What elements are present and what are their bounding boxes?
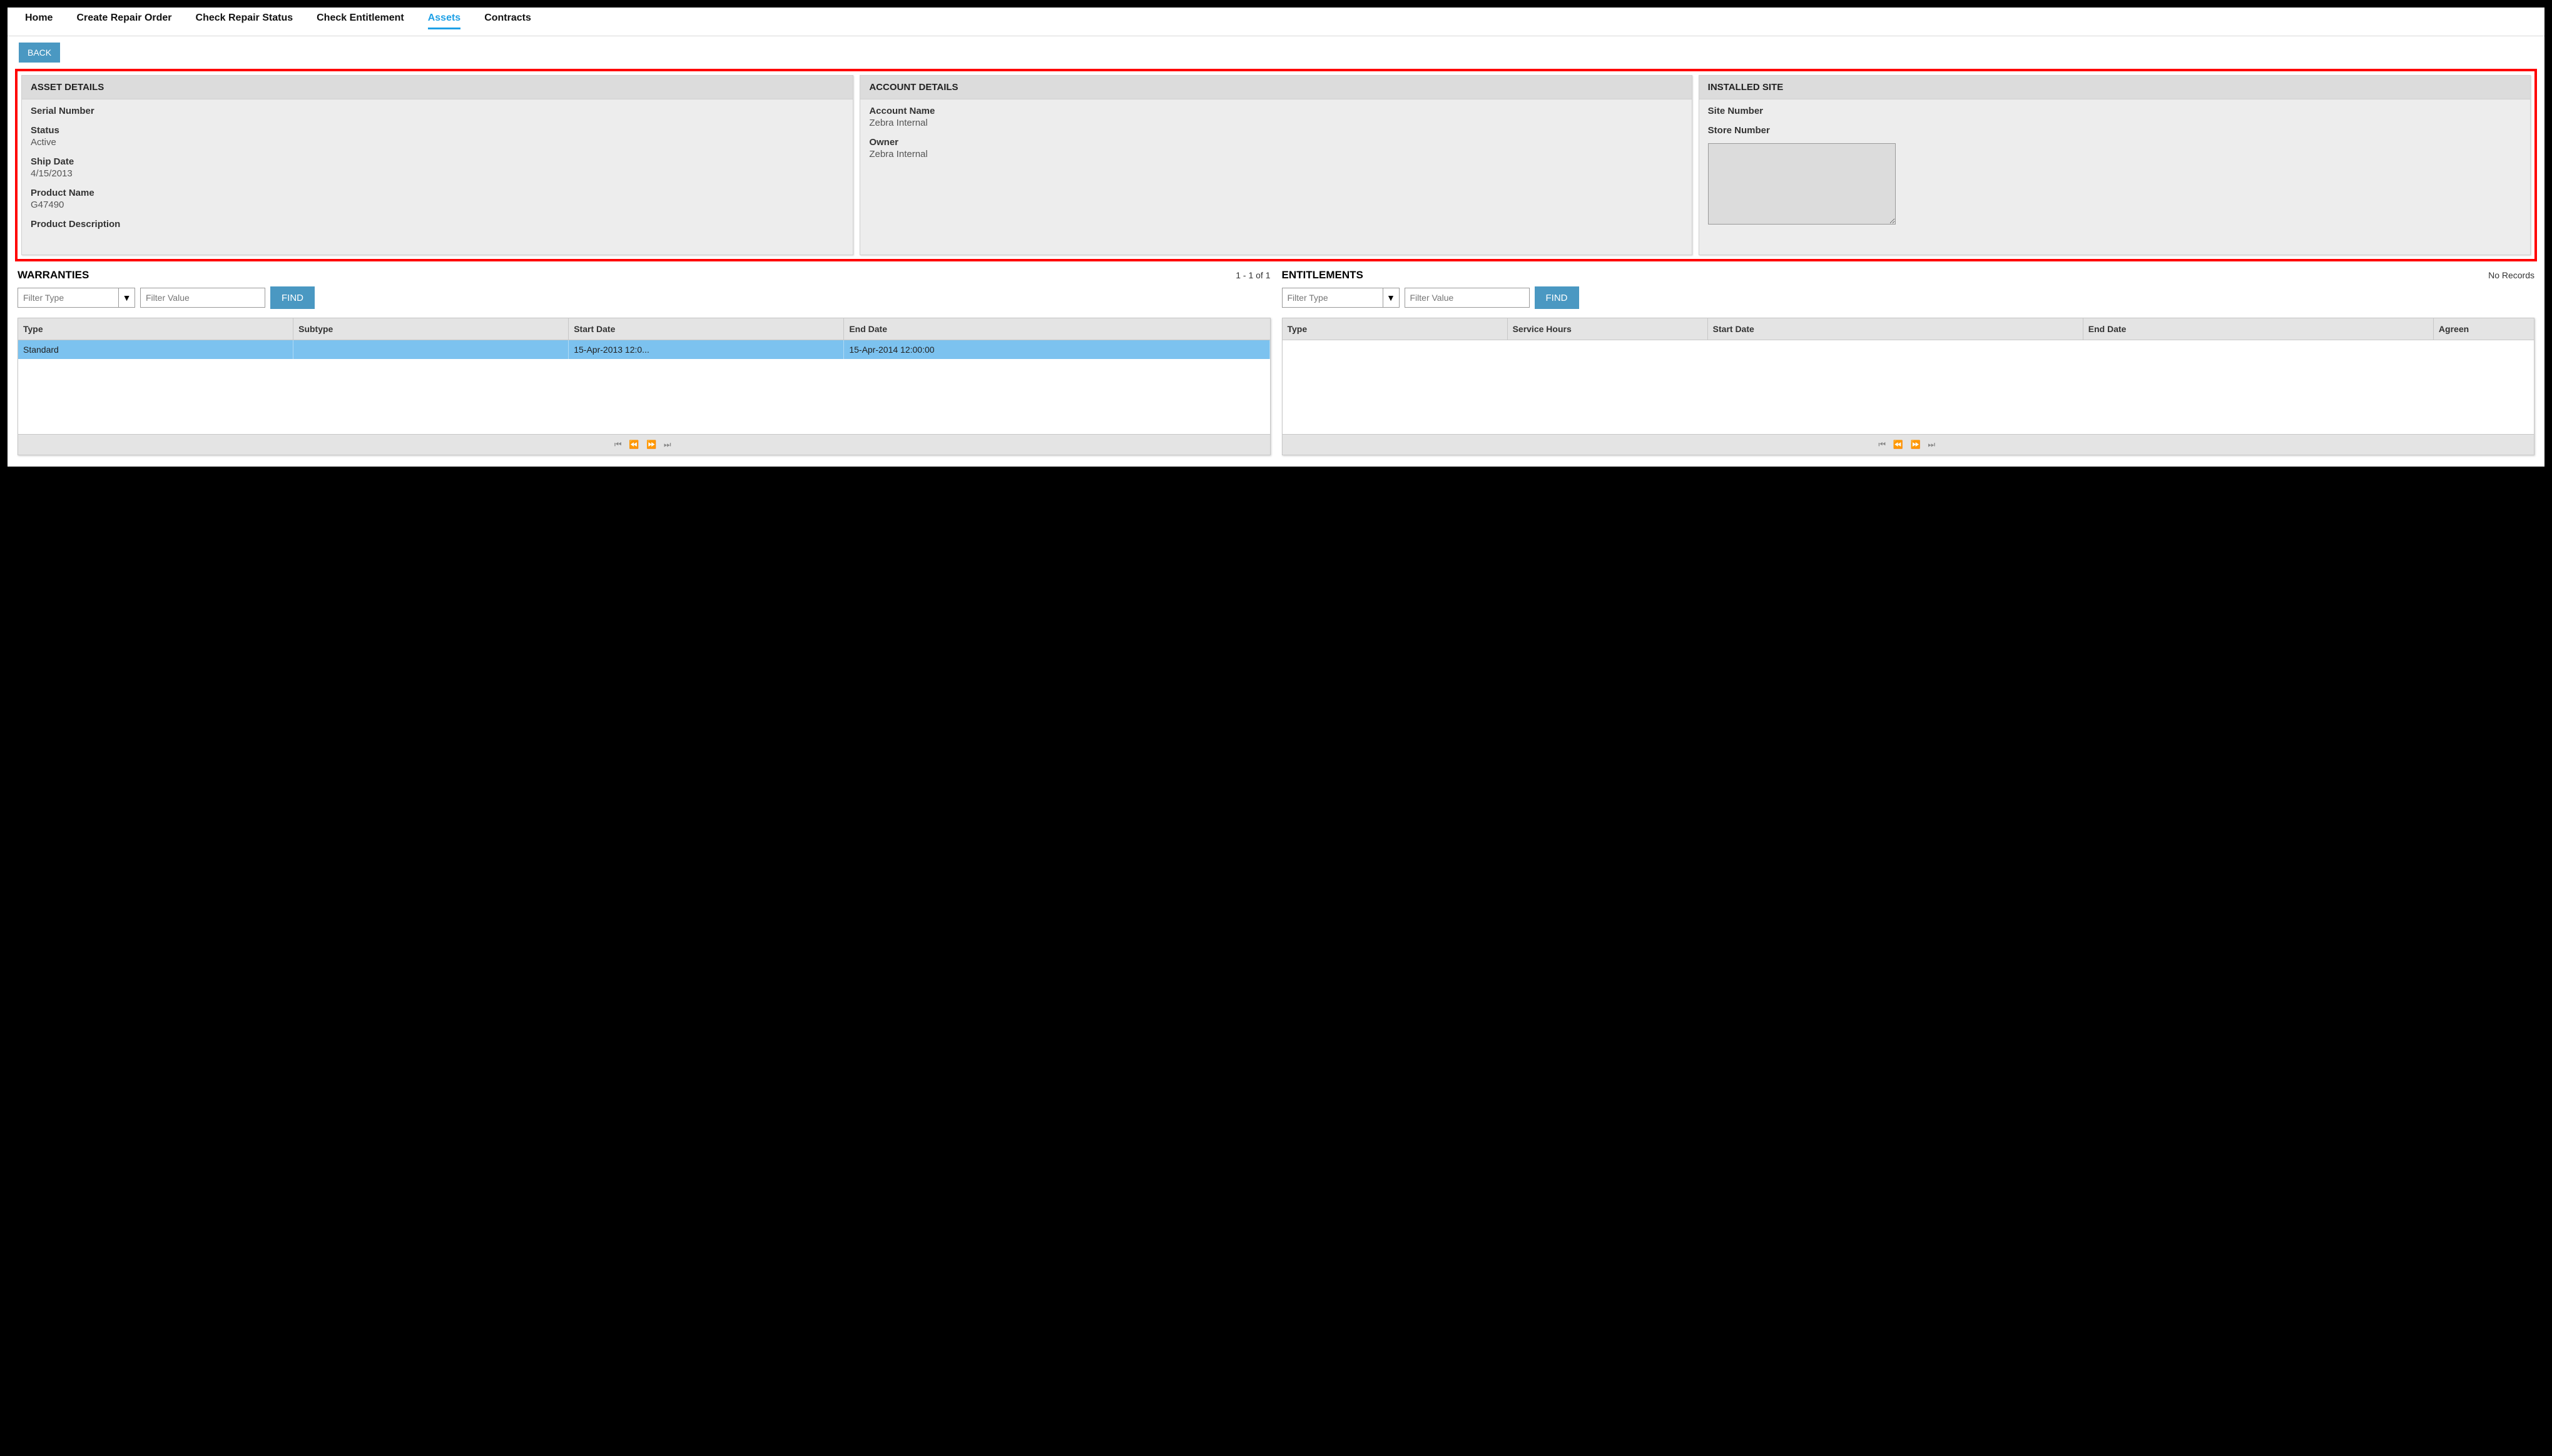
warranties-filter-type-input[interactable] bbox=[18, 288, 118, 307]
entitlements-th-agreement[interactable]: Agreen bbox=[2434, 318, 2534, 340]
warranties-find-button[interactable]: FIND bbox=[270, 286, 315, 309]
ship-date-value: 4/15/2013 bbox=[31, 168, 844, 179]
entitlements-find-button[interactable]: FIND bbox=[1535, 286, 1579, 309]
product-description-label: Product Description bbox=[31, 219, 844, 230]
table-row[interactable]: Standard 15-Apr-2013 12:0... 15-Apr-2014… bbox=[18, 340, 1270, 359]
warranties-filter-type-select[interactable]: ▼ bbox=[18, 288, 135, 308]
warranties-filter-type-dropdown[interactable]: ▼ bbox=[118, 288, 135, 307]
store-number-label: Store Number bbox=[1708, 125, 2521, 136]
warranty-type-cell: Standard bbox=[18, 340, 293, 359]
pager-last-icon[interactable]: ⏭ bbox=[1928, 440, 1938, 449]
installed-site-panel: INSTALLED SITE Site Number Store Number bbox=[1699, 75, 2531, 255]
owner-label: Owner bbox=[869, 137, 1682, 148]
warranties-th-end-date[interactable]: End Date bbox=[844, 318, 1269, 340]
warranties-title: WARRANTIES bbox=[18, 269, 89, 281]
pager-last-icon[interactable]: ⏭ bbox=[664, 440, 674, 449]
ship-date-label: Ship Date bbox=[31, 156, 844, 167]
warranties-th-subtype[interactable]: Subtype bbox=[293, 318, 569, 340]
installed-site-textarea[interactable] bbox=[1708, 143, 1896, 225]
warranties-pager: ⏮ ⏪ ⏩ ⏭ bbox=[18, 434, 1270, 455]
status-label: Status bbox=[31, 125, 844, 136]
warranties-count: 1 - 1 of 1 bbox=[1236, 270, 1270, 280]
nav-create-repair-order[interactable]: Create Repair Order bbox=[76, 13, 171, 29]
status-value: Active bbox=[31, 137, 844, 148]
installed-site-title: INSTALLED SITE bbox=[1699, 76, 2530, 99]
entitlements-filter-type-dropdown[interactable]: ▼ bbox=[1383, 288, 1399, 307]
warranties-th-start-date[interactable]: Start Date bbox=[569, 318, 844, 340]
pager-first-icon[interactable]: ⏮ bbox=[614, 440, 624, 449]
account-name-value: Zebra Internal bbox=[869, 118, 1682, 128]
entitlements-filter-type-input[interactable] bbox=[1283, 288, 1383, 307]
warranties-section: WARRANTIES 1 - 1 of 1 ▼ FIND Type Subtyp… bbox=[18, 269, 1271, 455]
asset-details-panel: ASSET DETAILS Serial Number Status Activ… bbox=[21, 75, 853, 255]
warranties-filter-value-input[interactable] bbox=[140, 288, 265, 308]
chevron-down-icon: ▼ bbox=[123, 293, 131, 303]
account-details-title: ACCOUNT DETAILS bbox=[860, 76, 1691, 99]
entitlements-th-service-hours[interactable]: Service Hours bbox=[1508, 318, 1708, 340]
site-number-label: Site Number bbox=[1708, 106, 2521, 116]
product-name-value: G47490 bbox=[31, 200, 844, 210]
entitlements-section: ENTITLEMENTS No Records ▼ FIND Type Serv… bbox=[1282, 269, 2535, 455]
chevron-down-icon: ▼ bbox=[1386, 293, 1395, 303]
pager-prev-icon[interactable]: ⏪ bbox=[1893, 440, 1906, 449]
owner-value: Zebra Internal bbox=[869, 149, 1682, 159]
pager-prev-icon[interactable]: ⏪ bbox=[629, 440, 641, 449]
warranty-subtype-cell bbox=[293, 340, 569, 359]
entitlements-title: ENTITLEMENTS bbox=[1282, 269, 1363, 281]
account-details-panel: ACCOUNT DETAILS Account Name Zebra Inter… bbox=[860, 75, 1692, 255]
account-name-label: Account Name bbox=[869, 106, 1682, 116]
warranty-start-cell: 15-Apr-2013 12:0... bbox=[569, 340, 844, 359]
entitlements-pager: ⏮ ⏪ ⏩ ⏭ bbox=[1283, 434, 2534, 455]
entitlements-th-end-date[interactable]: End Date bbox=[2083, 318, 2434, 340]
details-panels-highlighted: ASSET DETAILS Serial Number Status Activ… bbox=[15, 69, 2537, 261]
serial-number-label: Serial Number bbox=[31, 106, 844, 116]
warranties-th-type[interactable]: Type bbox=[18, 318, 293, 340]
product-name-label: Product Name bbox=[31, 188, 844, 198]
entitlements-filter-value-input[interactable] bbox=[1405, 288, 1530, 308]
nav-contracts[interactable]: Contracts bbox=[484, 13, 531, 29]
entitlements-filter-type-select[interactable]: ▼ bbox=[1282, 288, 1400, 308]
entitlements-th-start-date[interactable]: Start Date bbox=[1708, 318, 2083, 340]
pager-next-icon[interactable]: ⏩ bbox=[1911, 440, 1923, 449]
entitlements-table: Type Service Hours Start Date End Date A… bbox=[1282, 318, 2535, 455]
app-window: Home Create Repair Order Check Repair St… bbox=[8, 8, 2544, 467]
main-nav: Home Create Repair Order Check Repair St… bbox=[8, 8, 2544, 36]
nav-home[interactable]: Home bbox=[25, 13, 53, 29]
pager-first-icon[interactable]: ⏮ bbox=[1878, 440, 1888, 449]
entitlements-th-type[interactable]: Type bbox=[1283, 318, 1508, 340]
nav-check-entitlement[interactable]: Check Entitlement bbox=[317, 13, 404, 29]
nav-check-repair-status[interactable]: Check Repair Status bbox=[196, 13, 293, 29]
warranty-end-cell: 15-Apr-2014 12:00:00 bbox=[844, 340, 1269, 359]
entitlements-count: No Records bbox=[2488, 270, 2534, 280]
asset-details-title: ASSET DETAILS bbox=[22, 76, 853, 99]
warranties-table: Type Subtype Start Date End Date Standar… bbox=[18, 318, 1271, 455]
pager-next-icon[interactable]: ⏩ bbox=[646, 440, 659, 449]
back-button[interactable]: BACK bbox=[19, 43, 60, 63]
nav-assets[interactable]: Assets bbox=[428, 13, 460, 29]
